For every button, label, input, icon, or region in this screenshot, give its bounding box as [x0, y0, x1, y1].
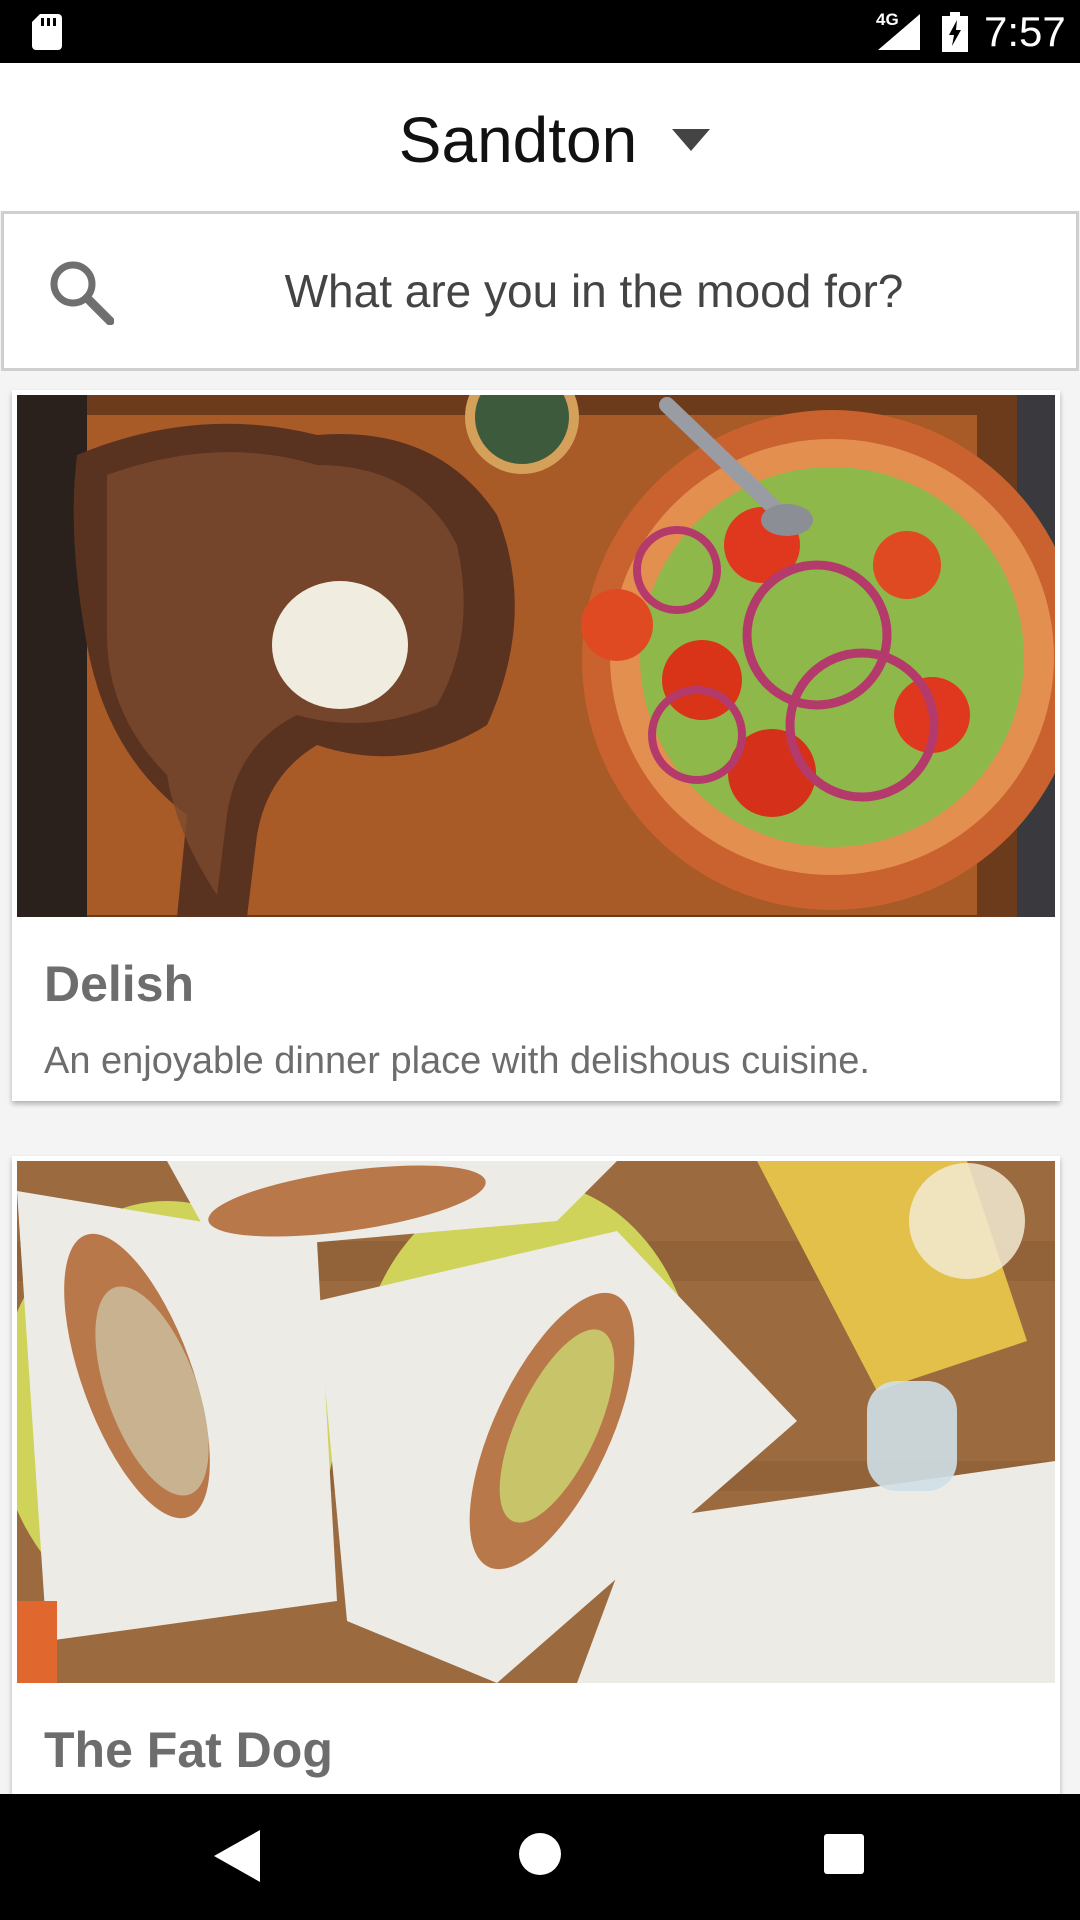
back-icon[interactable] [214, 1830, 260, 1882]
location-header[interactable]: Sandton [0, 63, 1080, 211]
restaurant-name: The Fat Dog [44, 1722, 333, 1778]
search-icon [50, 261, 114, 325]
restaurant-photo [17, 1161, 1055, 1683]
restaurant-name: Delish [44, 956, 195, 1012]
search-input[interactable] [134, 214, 1054, 368]
chevron-down-icon[interactable] [672, 129, 710, 151]
clock: 7:57 [984, 8, 1066, 55]
restaurant-photo [17, 395, 1055, 917]
recents-icon[interactable] [824, 1834, 864, 1874]
navigation-bar [0, 1794, 1080, 1920]
restaurant-description: An enjoyable dinner place with delishous… [44, 1040, 870, 1082]
signal-icon [878, 14, 920, 50]
restaurant-card[interactable]: Delish An enjoyable dinner place with de… [12, 390, 1060, 1101]
battery-charging-icon [942, 12, 968, 52]
home-icon[interactable] [518, 1832, 562, 1876]
restaurant-list[interactable]: Delish An enjoyable dinner place with de… [0, 371, 1080, 1794]
search-bar[interactable] [1, 211, 1079, 371]
restaurant-card[interactable]: The Fat Dog [12, 1156, 1060, 1794]
sd-card-icon [32, 14, 62, 50]
status-bar: 4G 7:57 [0, 0, 1080, 63]
location-selector[interactable]: Sandton [0, 103, 1036, 177]
